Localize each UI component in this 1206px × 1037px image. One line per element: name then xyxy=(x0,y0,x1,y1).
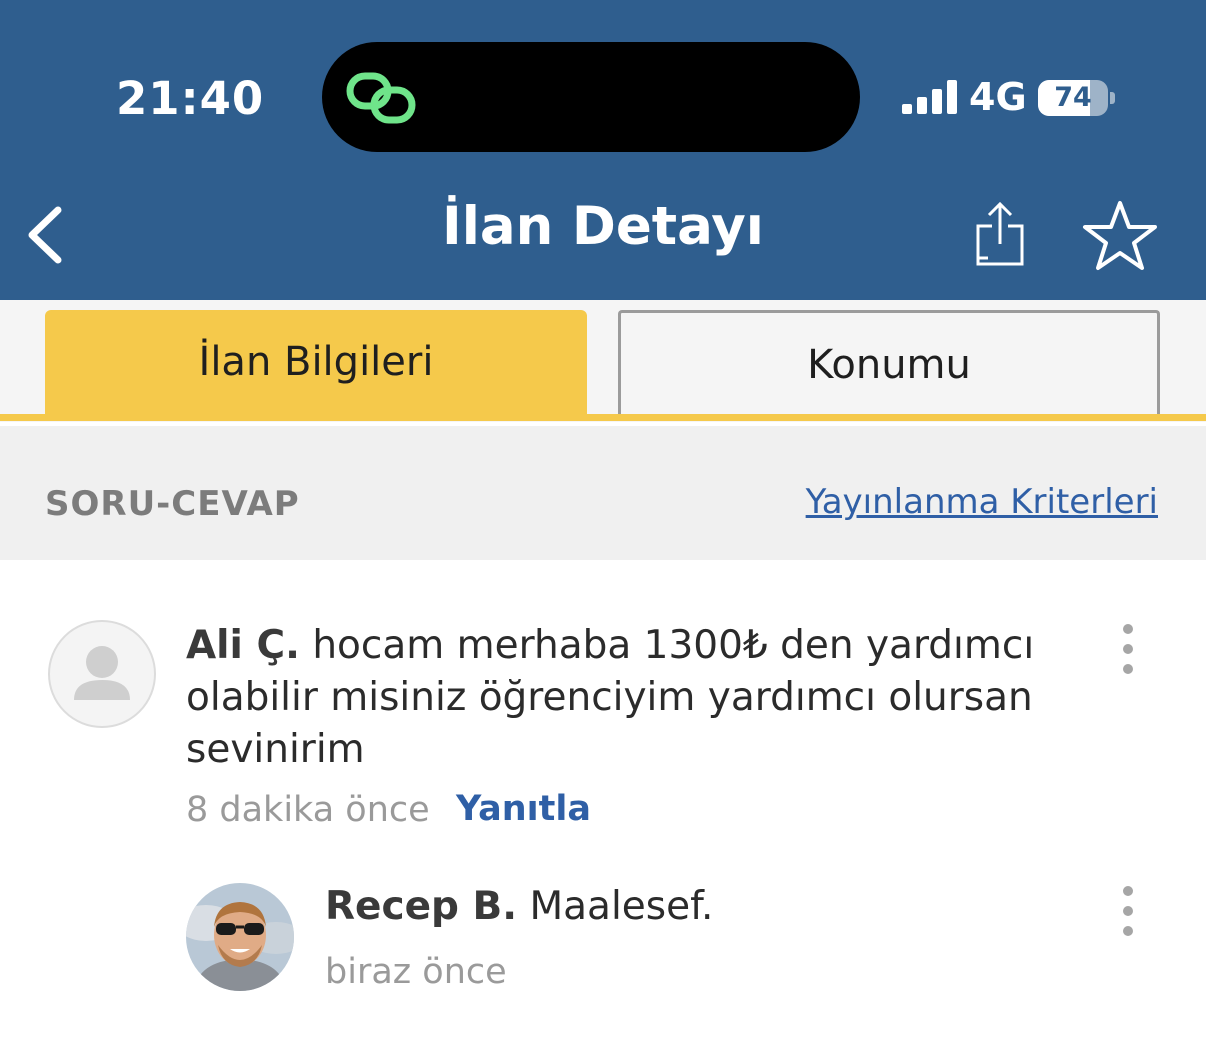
answer-author: Recep B. xyxy=(325,884,518,929)
question-author: Ali Ç. xyxy=(186,623,300,668)
tab-ilan-bilgileri[interactable]: İlan Bilgileri xyxy=(45,310,587,414)
answer-text: Maalesef. xyxy=(517,884,714,929)
star-icon[interactable] xyxy=(1082,198,1158,274)
section-title: SORU-CEVAP xyxy=(45,484,300,524)
app-header: 21:40 4G 74 İlan Detayı xyxy=(0,0,1206,300)
user-placeholder-icon xyxy=(74,646,130,700)
question-time: 8 dakika önce xyxy=(186,790,430,830)
tab-bar: İlan Bilgileri Konumu xyxy=(0,300,1206,422)
battery-cap xyxy=(1110,92,1115,104)
battery-icon: 74 xyxy=(1038,80,1108,116)
question-comment: Ali Ç. hocam merhaba 1300₺ den yardımcı … xyxy=(186,620,1066,776)
share-icon[interactable] xyxy=(970,200,1030,272)
tab-underline xyxy=(0,414,1206,421)
avatar-placeholder xyxy=(48,620,156,728)
network-type: 4G xyxy=(969,75,1027,119)
answer-time: biraz önce xyxy=(325,952,507,992)
back-chevron-icon[interactable] xyxy=(22,200,72,270)
reply-button[interactable]: Yanıtla xyxy=(456,789,591,829)
qa-section-header: SORU-CEVAP Yayınlanma Kriterleri xyxy=(0,426,1206,560)
status-time: 21:40 xyxy=(116,72,265,125)
more-vertical-icon[interactable] xyxy=(1121,624,1135,680)
more-vertical-icon[interactable] xyxy=(1121,886,1135,942)
link-activity-icon xyxy=(346,72,416,124)
page-title: İlan Detayı xyxy=(442,196,764,257)
avatar xyxy=(186,883,294,991)
question-text: hocam merhaba 1300₺ den yardımcı olabili… xyxy=(186,623,1035,772)
tab-konumu[interactable]: Konumu xyxy=(618,310,1160,414)
answer-comment: Recep B. Maalesef. xyxy=(325,884,713,929)
cellular-signal-icon xyxy=(902,80,958,114)
publishing-criteria-link[interactable]: Yayınlanma Kriterleri xyxy=(806,482,1158,522)
battery-percent: 74 xyxy=(1054,82,1092,113)
